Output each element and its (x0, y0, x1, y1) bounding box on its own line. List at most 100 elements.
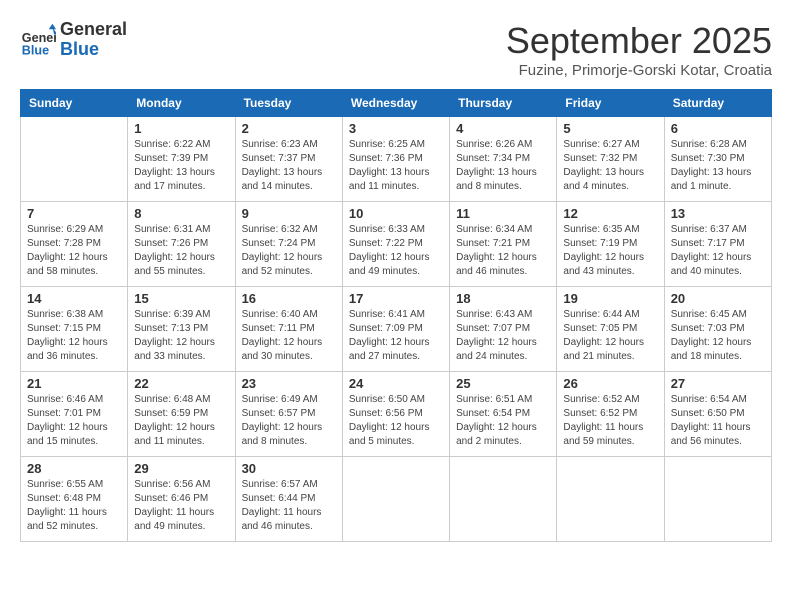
day-number: 21 (27, 376, 121, 391)
calendar-cell: 18Sunrise: 6:43 AM Sunset: 7:07 PM Dayli… (450, 287, 557, 372)
calendar-cell: 21 Sunrise: 6:46 AM Sunset: 7:01 PM Dayli… (21, 372, 128, 457)
calendar-cell: 26 Sunrise: 6:52 AM Sunset: 6:52 PM Dayli… (557, 372, 664, 457)
day-info: Sunrise: 6:48 AM Sunset: 6:59 PM Dayligh… (134, 393, 228, 449)
calendar-cell (557, 457, 664, 542)
day-info: Sunrise: 6:23 AM Sunset: 7:37 PM Dayligh… (242, 138, 336, 194)
day-info: Sunrise: 6:49 AM Sunset: 6:57 PM Dayligh… (242, 393, 336, 449)
weekday-header-friday: Friday (557, 90, 664, 117)
calendar-cell: 15Sunrise: 6:39 AM Sunset: 7:13 PM Dayli… (128, 287, 235, 372)
month-title: September 2025 (506, 20, 772, 62)
day-info: Sunrise: 6:54 AM Sunset: 6:50 PM Dayligh… (671, 393, 765, 449)
calendar-cell (450, 457, 557, 542)
calendar-week-row: 21 Sunrise: 6:46 AM Sunset: 7:01 PM Dayli… (21, 372, 772, 457)
day-number: 11 (456, 206, 550, 221)
day-number: 24 (349, 376, 443, 391)
day-number: 17 (349, 291, 443, 306)
logo-text: General Blue (60, 20, 127, 60)
weekday-header-sunday: Sunday (21, 90, 128, 117)
day-number: 13 (671, 206, 765, 221)
day-info: Sunrise: 6:26 AM Sunset: 7:34 PM Dayligh… (456, 138, 550, 194)
day-info: Sunrise: 6:38 AM Sunset: 7:15 PM Dayligh… (27, 308, 121, 364)
calendar-week-row: 1Sunrise: 6:22 AM Sunset: 7:39 PM Daylig… (21, 117, 772, 202)
logo-general-text: General (60, 20, 127, 40)
day-number: 22 (134, 376, 228, 391)
day-info: Sunrise: 6:29 AM Sunset: 7:28 PM Dayligh… (27, 223, 121, 279)
day-number: 2 (242, 121, 336, 136)
day-number: 5 (563, 121, 657, 136)
calendar-cell: 4 Sunrise: 6:26 AM Sunset: 7:34 PM Daylig… (450, 117, 557, 202)
calendar-cell: 23 Sunrise: 6:49 AM Sunset: 6:57 PM Dayli… (235, 372, 342, 457)
weekday-header-tuesday: Tuesday (235, 90, 342, 117)
day-number: 25 (456, 376, 550, 391)
calendar-cell: 16 Sunrise: 6:40 AM Sunset: 7:11 PM Dayli… (235, 287, 342, 372)
calendar-cell: 22 Sunrise: 6:48 AM Sunset: 6:59 PM Dayli… (128, 372, 235, 457)
day-number: 1 (134, 121, 228, 136)
day-info: Sunrise: 6:37 AM Sunset: 7:17 PM Dayligh… (671, 223, 765, 279)
day-number: 9 (242, 206, 336, 221)
day-number: 12 (563, 206, 657, 221)
calendar-cell: 30 Sunrise: 6:57 AM Sunset: 6:44 PM Dayli… (235, 457, 342, 542)
day-number: 29 (134, 461, 228, 476)
calendar-cell: 3Sunrise: 6:25 AM Sunset: 7:36 PM Daylig… (342, 117, 449, 202)
day-info: Sunrise: 6:40 AM Sunset: 7:11 PM Dayligh… (242, 308, 336, 364)
day-info: Sunrise: 6:45 AM Sunset: 7:03 PM Dayligh… (671, 308, 765, 364)
day-info: Sunrise: 6:27 AM Sunset: 7:32 PM Dayligh… (563, 138, 657, 194)
day-number: 20 (671, 291, 765, 306)
day-info: Sunrise: 6:52 AM Sunset: 6:52 PM Dayligh… (563, 393, 657, 449)
day-number: 28 (27, 461, 121, 476)
calendar-cell: 5 Sunrise: 6:27 AM Sunset: 7:32 PM Daylig… (557, 117, 664, 202)
calendar-cell: 6Sunrise: 6:28 AM Sunset: 7:30 PM Daylig… (664, 117, 771, 202)
day-number: 30 (242, 461, 336, 476)
calendar-cell: 11 Sunrise: 6:34 AM Sunset: 7:21 PM Dayli… (450, 202, 557, 287)
day-info: Sunrise: 6:41 AM Sunset: 7:09 PM Dayligh… (349, 308, 443, 364)
calendar-cell: 29Sunrise: 6:56 AM Sunset: 6:46 PM Dayli… (128, 457, 235, 542)
page-header: General Blue General Blue September 2025… (20, 20, 772, 79)
day-info: Sunrise: 6:31 AM Sunset: 7:26 PM Dayligh… (134, 223, 228, 279)
calendar-cell: 25 Sunrise: 6:51 AM Sunset: 6:54 PM Dayli… (450, 372, 557, 457)
day-number: 7 (27, 206, 121, 221)
weekday-header-wednesday: Wednesday (342, 90, 449, 117)
calendar-week-row: 28 Sunrise: 6:55 AM Sunset: 6:48 PM Dayli… (21, 457, 772, 542)
day-number: 23 (242, 376, 336, 391)
calendar-cell: 13 Sunrise: 6:37 AM Sunset: 7:17 PM Dayli… (664, 202, 771, 287)
calendar-table: SundayMondayTuesdayWednesdayThursdayFrid… (20, 89, 772, 542)
day-number: 27 (671, 376, 765, 391)
day-number: 3 (349, 121, 443, 136)
day-info: Sunrise: 6:39 AM Sunset: 7:13 PM Dayligh… (134, 308, 228, 364)
day-info: Sunrise: 6:43 AM Sunset: 7:07 PM Dayligh… (456, 308, 550, 364)
day-number: 16 (242, 291, 336, 306)
calendar-cell (342, 457, 449, 542)
day-number: 10 (349, 206, 443, 221)
calendar-cell: 10Sunrise: 6:33 AM Sunset: 7:22 PM Dayli… (342, 202, 449, 287)
day-number: 19 (563, 291, 657, 306)
day-info: Sunrise: 6:57 AM Sunset: 6:44 PM Dayligh… (242, 478, 336, 534)
calendar-cell (664, 457, 771, 542)
day-info: Sunrise: 6:50 AM Sunset: 6:56 PM Dayligh… (349, 393, 443, 449)
calendar-cell: 2 Sunrise: 6:23 AM Sunset: 7:37 PM Daylig… (235, 117, 342, 202)
logo-blue-text: Blue (60, 40, 127, 60)
day-info: Sunrise: 6:34 AM Sunset: 7:21 PM Dayligh… (456, 223, 550, 279)
weekday-header-thursday: Thursday (450, 90, 557, 117)
logo-icon: General Blue (20, 22, 56, 58)
calendar-cell: 19 Sunrise: 6:44 AM Sunset: 7:05 PM Dayli… (557, 287, 664, 372)
day-number: 8 (134, 206, 228, 221)
day-number: 26 (563, 376, 657, 391)
calendar-cell (21, 117, 128, 202)
day-info: Sunrise: 6:46 AM Sunset: 7:01 PM Dayligh… (27, 393, 121, 449)
day-number: 6 (671, 121, 765, 136)
calendar-cell: 28 Sunrise: 6:55 AM Sunset: 6:48 PM Dayli… (21, 457, 128, 542)
day-info: Sunrise: 6:32 AM Sunset: 7:24 PM Dayligh… (242, 223, 336, 279)
weekday-header-monday: Monday (128, 90, 235, 117)
logo: General Blue General Blue (20, 20, 127, 60)
day-info: Sunrise: 6:55 AM Sunset: 6:48 PM Dayligh… (27, 478, 121, 534)
calendar-cell: 27 Sunrise: 6:54 AM Sunset: 6:50 PM Dayli… (664, 372, 771, 457)
day-info: Sunrise: 6:44 AM Sunset: 7:05 PM Dayligh… (563, 308, 657, 364)
calendar-week-row: 7 Sunrise: 6:29 AM Sunset: 7:28 PM Daylig… (21, 202, 772, 287)
day-info: Sunrise: 6:51 AM Sunset: 6:54 PM Dayligh… (456, 393, 550, 449)
calendar-cell: 20 Sunrise: 6:45 AM Sunset: 7:03 PM Dayli… (664, 287, 771, 372)
calendar-cell: 14Sunrise: 6:38 AM Sunset: 7:15 PM Dayli… (21, 287, 128, 372)
calendar-cell: 12Sunrise: 6:35 AM Sunset: 7:19 PM Dayli… (557, 202, 664, 287)
title-block: September 2025 Fuzine, Primorje-Gorski K… (506, 20, 772, 79)
calendar-cell: 8 Sunrise: 6:31 AM Sunset: 7:26 PM Daylig… (128, 202, 235, 287)
day-number: 4 (456, 121, 550, 136)
